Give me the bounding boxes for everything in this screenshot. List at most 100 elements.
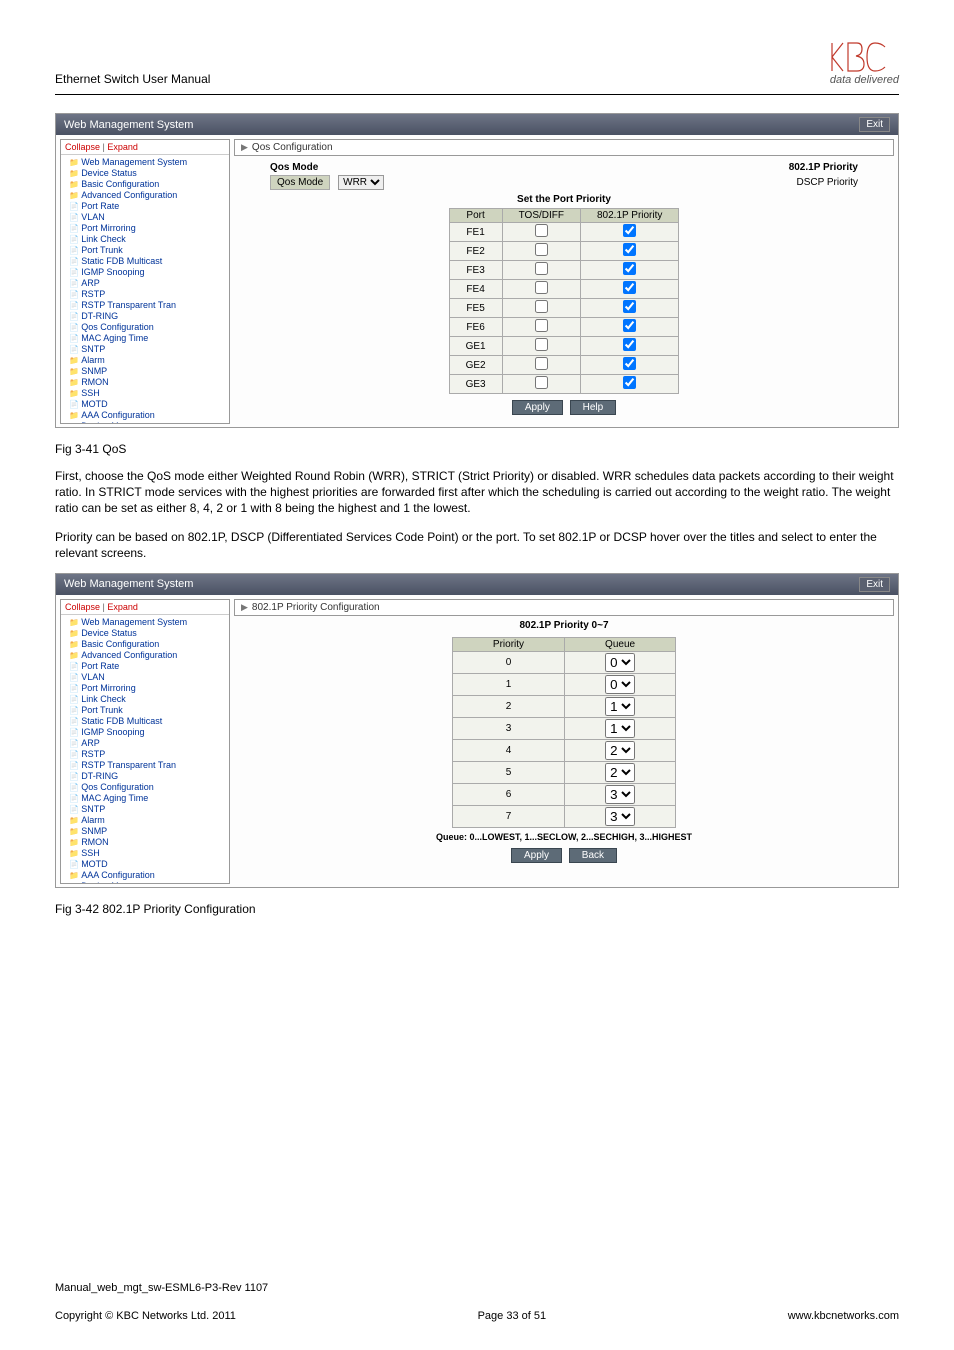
tree-item[interactable]: Port Rate: [69, 201, 229, 212]
footer-copyright: Copyright © KBC Networks Ltd. 2011: [55, 1310, 236, 1322]
nav-tree[interactable]: Collapse | Expand Web Management SystemD…: [60, 599, 230, 884]
queue-select[interactable]: 1: [605, 719, 635, 738]
tosdiff-checkbox[interactable]: [535, 281, 548, 294]
tree-item[interactable]: VLAN: [69, 672, 229, 683]
tree-item[interactable]: Device Status: [69, 168, 229, 179]
logo: data delivered: [829, 40, 899, 86]
tree-item[interactable]: Device Management: [69, 881, 229, 884]
tosdiff-checkbox[interactable]: [535, 224, 548, 237]
tosdiff-checkbox[interactable]: [535, 357, 548, 370]
tree-item[interactable]: VLAN: [69, 212, 229, 223]
tree-item[interactable]: Basic Configuration: [69, 179, 229, 190]
queue-select[interactable]: 2: [605, 741, 635, 760]
back-button[interactable]: Back: [569, 848, 617, 863]
tree-item[interactable]: Basic Configuration: [69, 639, 229, 650]
tree-item[interactable]: Alarm: [69, 355, 229, 366]
tree-item[interactable]: SNTP: [69, 344, 229, 355]
table-row: 63: [452, 783, 675, 805]
tree-item[interactable]: SNTP: [69, 804, 229, 815]
exit-button[interactable]: Exit: [859, 577, 890, 592]
exit-button[interactable]: Exit: [859, 117, 890, 132]
tree-item[interactable]: Advanced Configuration: [69, 650, 229, 661]
manual-title: Ethernet Switch User Manual: [55, 72, 210, 86]
table-row: 21: [452, 695, 675, 717]
queue-select[interactable]: 2: [605, 763, 635, 782]
tree-item[interactable]: MOTD: [69, 399, 229, 410]
8021p-checkbox[interactable]: [623, 262, 636, 275]
tree-item[interactable]: Static FDB Multicast: [69, 256, 229, 267]
8021p-checkbox[interactable]: [623, 357, 636, 370]
tree-item[interactable]: MAC Aging Time: [69, 333, 229, 344]
8021p-checkbox[interactable]: [623, 224, 636, 237]
tree-item[interactable]: MOTD: [69, 859, 229, 870]
tree-item[interactable]: Device Status: [69, 628, 229, 639]
tosdiff-checkbox[interactable]: [535, 376, 548, 389]
tree-item[interactable]: Link Check: [69, 694, 229, 705]
tree-item[interactable]: Qos Configuration: [69, 782, 229, 793]
8021p-checkbox[interactable]: [623, 319, 636, 332]
tree-item[interactable]: DT-RING: [69, 771, 229, 782]
tree-item[interactable]: RSTP Transparent Tran: [69, 760, 229, 771]
tree-item[interactable]: RSTP: [69, 749, 229, 760]
table-row: 73: [452, 805, 675, 827]
tree-item[interactable]: RMON: [69, 837, 229, 848]
tree-item[interactable]: AAA Configuration: [69, 410, 229, 421]
tree-item[interactable]: Advanced Configuration: [69, 190, 229, 201]
tree-item[interactable]: Port Trunk: [69, 245, 229, 256]
tosdiff-checkbox[interactable]: [535, 243, 548, 256]
tree-item[interactable]: RSTP Transparent Tran: [69, 300, 229, 311]
tree-item[interactable]: Port Mirroring: [69, 223, 229, 234]
port-priority-table: PortTOS/DIFF802.1P Priority FE1FE2FE3FE4…: [449, 208, 680, 394]
tree-item[interactable]: MAC Aging Time: [69, 793, 229, 804]
tree-item[interactable]: RMON: [69, 377, 229, 388]
tree-item[interactable]: Alarm: [69, 815, 229, 826]
tree-item[interactable]: SNMP: [69, 826, 229, 837]
tree-item[interactable]: Qos Configuration: [69, 322, 229, 333]
8021p-checkbox[interactable]: [623, 338, 636, 351]
tree-item[interactable]: Web Management System: [69, 157, 229, 168]
tosdiff-checkbox[interactable]: [535, 300, 548, 313]
tree-item[interactable]: IGMP Snooping: [69, 267, 229, 278]
help-button[interactable]: Help: [570, 400, 617, 415]
tree-item[interactable]: Web Management System: [69, 617, 229, 628]
8021p-checkbox[interactable]: [623, 376, 636, 389]
logo-subtext: data delivered: [829, 74, 899, 86]
tree-item[interactable]: Link Check: [69, 234, 229, 245]
table-row: 52: [452, 761, 675, 783]
tree-item[interactable]: SSH: [69, 388, 229, 399]
apply-button[interactable]: Apply: [511, 848, 562, 863]
tree-item[interactable]: DT-RING: [69, 311, 229, 322]
queue-select[interactable]: 0: [605, 653, 635, 672]
qos-mode-select[interactable]: WRR: [338, 175, 384, 190]
tree-item[interactable]: Port Rate: [69, 661, 229, 672]
tree-item[interactable]: Static FDB Multicast: [69, 716, 229, 727]
table-row: GE2: [449, 356, 679, 375]
footer: Manual_web_mgt_sw-ESML6-P3-Rev 1107 Copy…: [55, 1282, 899, 1322]
queue-select[interactable]: 1: [605, 697, 635, 716]
tosdiff-checkbox[interactable]: [535, 338, 548, 351]
footer-page: Page 33 of 51: [478, 1310, 547, 1322]
footer-url: www.kbcnetworks.com: [788, 1310, 899, 1322]
apply-button[interactable]: Apply: [512, 400, 563, 415]
8021p-checkbox[interactable]: [623, 300, 636, 313]
tree-item[interactable]: AAA Configuration: [69, 870, 229, 881]
qos-mode-header: Qos Mode: [270, 162, 318, 173]
8021p-checkbox[interactable]: [623, 243, 636, 256]
tree-item[interactable]: ARP: [69, 738, 229, 749]
tree-item[interactable]: ARP: [69, 278, 229, 289]
nav-tree[interactable]: Collapse | Expand Web Management SystemD…: [60, 139, 230, 424]
table-row: FE4: [449, 280, 679, 299]
tree-item[interactable]: Port Mirroring: [69, 683, 229, 694]
tree-item[interactable]: Device Management: [69, 421, 229, 424]
tree-item[interactable]: RSTP: [69, 289, 229, 300]
tosdiff-checkbox[interactable]: [535, 319, 548, 332]
queue-select[interactable]: 0: [605, 675, 635, 694]
8021p-checkbox[interactable]: [623, 281, 636, 294]
tree-item[interactable]: SNMP: [69, 366, 229, 377]
tree-item[interactable]: Port Trunk: [69, 705, 229, 716]
tree-item[interactable]: IGMP Snooping: [69, 727, 229, 738]
tosdiff-checkbox[interactable]: [535, 262, 548, 275]
queue-select[interactable]: 3: [605, 807, 635, 826]
tree-item[interactable]: SSH: [69, 848, 229, 859]
queue-select[interactable]: 3: [605, 785, 635, 804]
